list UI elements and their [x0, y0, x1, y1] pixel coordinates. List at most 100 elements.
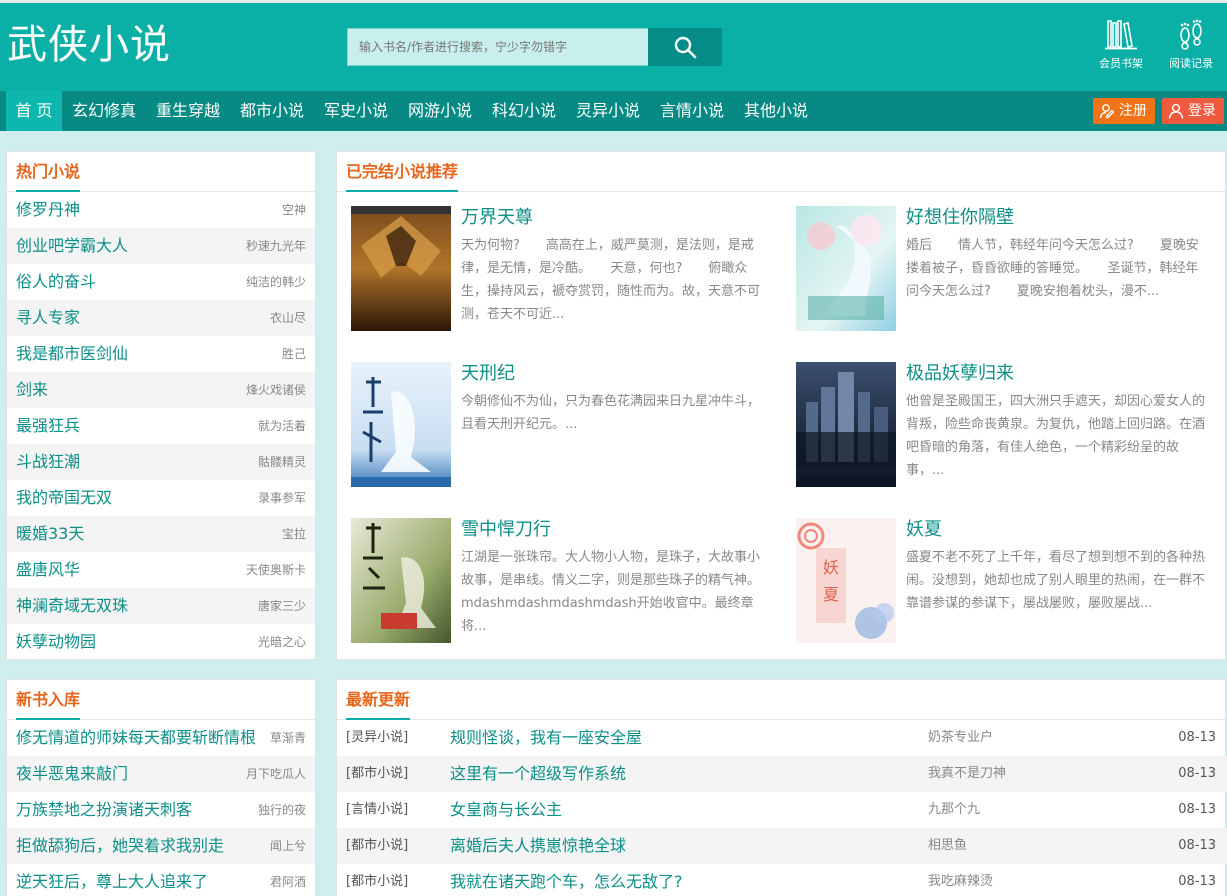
- search-input[interactable]: [347, 28, 649, 66]
- novel-author: 烽火戏诸侯: [245, 383, 306, 397]
- list-item[interactable]: 盛唐风华 天使奥斯卡: [7, 552, 315, 588]
- list-item[interactable]: 俗人的奋斗 纯洁的韩少: [7, 264, 315, 300]
- book-cover[interactable]: 妖 夏: [796, 518, 896, 643]
- list-item[interactable]: 万族禁地之扮演诸天刺客 独行的夜: [7, 792, 315, 828]
- list-item[interactable]: 斗战狂潮 骷髅精灵: [7, 444, 315, 480]
- table-row[interactable]: [都市小说] 离婚后夫人携崽惊艳全球 相思鱼 08-13: [337, 828, 1227, 864]
- list-item[interactable]: 最强狂兵 就为活着: [7, 408, 315, 444]
- book-card[interactable]: 极品妖孽归来 他曾是圣殿国王，四大洲只手遮天，却因心爱女人的背叛，险些命丧黄泉。…: [796, 362, 1216, 492]
- list-item[interactable]: 逆天狂后，尊上大人追来了 君阿酒: [7, 864, 315, 896]
- novel-title-link[interactable]: 妖孽动物园: [16, 624, 96, 660]
- category-label[interactable]: [都市小说]: [346, 828, 408, 864]
- category-label[interactable]: [言情小说]: [346, 792, 408, 828]
- update-date: 08-13: [1178, 766, 1216, 781]
- book-card[interactable]: 万界天尊 天为何物? 高高在上，威严莫测，是法则，是戒律，是无情，是冷酷。 天意…: [351, 206, 771, 336]
- book-title[interactable]: 极品妖孽归来: [906, 362, 1014, 386]
- list-item[interactable]: 我的帝国无双 录事参军: [7, 480, 315, 516]
- novel-author: 纯洁的韩少: [245, 275, 306, 289]
- novel-title-link[interactable]: 我是都市医剑仙: [16, 336, 128, 372]
- novel-title-link[interactable]: 暖婚33天: [16, 516, 84, 552]
- novel-title-link[interactable]: 我就在诸天跑个车，怎么无敌了?: [450, 864, 683, 896]
- novel-title-link[interactable]: 俗人的奋斗: [16, 264, 96, 300]
- book-card[interactable]: 天刑纪 今朝修仙不为仙，只为春色花满园来日九星冲牛斗，且看天刑开纪元。...: [351, 362, 771, 492]
- register-button[interactable]: 注册: [1093, 98, 1155, 124]
- novel-title-link[interactable]: 女皇商与长公主: [450, 792, 562, 828]
- novel-title-link[interactable]: 这里有一个超级写作系统: [450, 756, 626, 792]
- nav-chongsheng[interactable]: 重生穿越: [150, 91, 226, 131]
- list-item[interactable]: 我是都市医剑仙 胜己: [7, 336, 315, 372]
- book-title[interactable]: 好想住你隔壁: [906, 206, 1014, 230]
- novel-title-link[interactable]: 盛唐风华: [16, 552, 80, 588]
- list-item[interactable]: 剑来 烽火戏诸侯: [7, 372, 315, 408]
- footprints-icon: [1180, 19, 1202, 50]
- novel-title-link[interactable]: 最强狂兵: [16, 408, 80, 444]
- novel-title-link[interactable]: 神澜奇域无双珠: [16, 588, 128, 624]
- book-cover[interactable]: [796, 206, 896, 331]
- novel-title-link[interactable]: 剑来: [16, 372, 48, 408]
- novel-title-link[interactable]: 创业吧学霸大人: [16, 228, 128, 264]
- search-button[interactable]: [648, 28, 722, 66]
- list-item[interactable]: 暖婚33天 宝拉: [7, 516, 315, 552]
- novel-title-link[interactable]: 我的帝国无双: [16, 480, 112, 516]
- novel-title-link[interactable]: 修无情道的师妹每天都要斩断情根: [16, 720, 256, 756]
- novel-author: 君阿酒: [269, 875, 306, 889]
- novel-title-link[interactable]: 寻人专家: [16, 300, 80, 336]
- book-title[interactable]: 妖夏: [906, 518, 942, 542]
- list-item[interactable]: 修罗丹神 空神: [7, 192, 315, 228]
- list-item[interactable]: 夜半恶鬼来敲门 月下吃瓜人: [7, 756, 315, 792]
- reading-history-link[interactable]: 阅读记录: [1161, 19, 1221, 71]
- nav-qita[interactable]: 其他小说: [738, 91, 814, 131]
- novel-title-link[interactable]: 拒做舔狗后，她哭着求我别走: [16, 828, 224, 864]
- new-books-header: 新书入库: [7, 680, 315, 720]
- novel-author: 胜己: [281, 347, 306, 361]
- book-title[interactable]: 天刑纪: [461, 362, 515, 386]
- novel-author: 我吃麻辣烫: [928, 874, 994, 889]
- nav-xuanhuan[interactable]: 玄幻修真: [66, 91, 142, 131]
- book-cover[interactable]: [351, 206, 451, 331]
- book-title[interactable]: 万界天尊: [461, 206, 533, 230]
- novel-author: 相思鱼: [928, 838, 968, 853]
- list-item[interactable]: 神澜奇域无双珠 唐家三少: [7, 588, 315, 624]
- novel-title-link[interactable]: 逆天狂后，尊上大人追来了: [16, 864, 208, 896]
- book-card[interactable]: 雪中悍刀行 江湖是一张珠帘。大人物小人物，是珠子，大故事小故事，是串线。情义二字…: [351, 518, 771, 648]
- table-row[interactable]: [言情小说] 女皇商与长公主 九那个九 08-13: [337, 792, 1227, 828]
- login-button[interactable]: 登录: [1162, 98, 1224, 124]
- book-card[interactable]: 妖 夏 妖夏 盛夏不老不死了上千年，看尽了想到想不到的各种热闹。没想到，她却也成…: [796, 518, 1216, 648]
- book-cover[interactable]: [351, 362, 451, 487]
- table-row[interactable]: [都市小说] 这里有一个超级写作系统 我真不是刀神 08-13: [337, 756, 1227, 792]
- table-row[interactable]: [都市小说] 我就在诸天跑个车，怎么无敌了? 我吃麻辣烫 08-13: [337, 864, 1227, 896]
- book-description: 天为何物? 高高在上，威严莫测，是法则，是戒律，是无情，是冷酷。 天意，何也? …: [461, 238, 761, 322]
- svg-text:妖: 妖: [823, 558, 839, 577]
- nav-wangyou[interactable]: 网游小说: [402, 91, 478, 131]
- site-logo[interactable]: 武侠小说: [7, 17, 171, 73]
- list-item[interactable]: 拒做舔狗后，她哭着求我别走 闻上兮: [7, 828, 315, 864]
- nav-junshi[interactable]: 军史小说: [318, 91, 394, 131]
- novel-title-link[interactable]: 修罗丹神: [16, 192, 80, 228]
- novel-title-link[interactable]: 斗战狂潮: [16, 444, 80, 480]
- category-label[interactable]: [都市小说]: [346, 756, 408, 792]
- category-label[interactable]: [灵异小说]: [346, 720, 408, 756]
- book-title[interactable]: 雪中悍刀行: [461, 518, 551, 542]
- nav-dushi[interactable]: 都市小说: [234, 91, 310, 131]
- novel-title-link[interactable]: 离婚后夫人携崽惊艳全球: [450, 828, 626, 864]
- nav-kehuan[interactable]: 科幻小说: [486, 91, 562, 131]
- novel-title-link[interactable]: 万族禁地之扮演诸天刺客: [16, 792, 192, 828]
- bookshelf-link[interactable]: 会员书架: [1091, 19, 1151, 71]
- book-cover[interactable]: [351, 518, 451, 643]
- list-item[interactable]: 寻人专家 衣山尽: [7, 300, 315, 336]
- nav-yanqing[interactable]: 言情小说: [654, 91, 730, 131]
- novel-title-link[interactable]: 夜半恶鬼来敲门: [16, 756, 128, 792]
- login-label: 登录: [1188, 103, 1216, 119]
- category-label[interactable]: [都市小说]: [346, 864, 408, 896]
- novel-author: 独行的夜: [257, 803, 306, 817]
- nav-home[interactable]: 首 页: [6, 91, 62, 131]
- update-date: 08-13: [1178, 838, 1216, 853]
- table-row[interactable]: [灵异小说] 规则怪谈，我有一座安全屋 奶茶专业户 08-13: [337, 720, 1227, 756]
- novel-title-link[interactable]: 规则怪谈，我有一座安全屋: [450, 720, 642, 756]
- book-cover[interactable]: [796, 362, 896, 487]
- book-card[interactable]: 好想住你隔壁 婚后 情人节，韩经年问今天怎么过? 夏晚安搂着被子，昏昏欲睡的答睡…: [796, 206, 1216, 336]
- nav-lingyi[interactable]: 灵异小说: [570, 91, 646, 131]
- list-item[interactable]: 妖孽动物园 光暗之心: [7, 624, 315, 660]
- list-item[interactable]: 修无情道的师妹每天都要斩断情根 草渐青: [7, 720, 315, 756]
- list-item[interactable]: 创业吧学霸大人 秒速九光年: [7, 228, 315, 264]
